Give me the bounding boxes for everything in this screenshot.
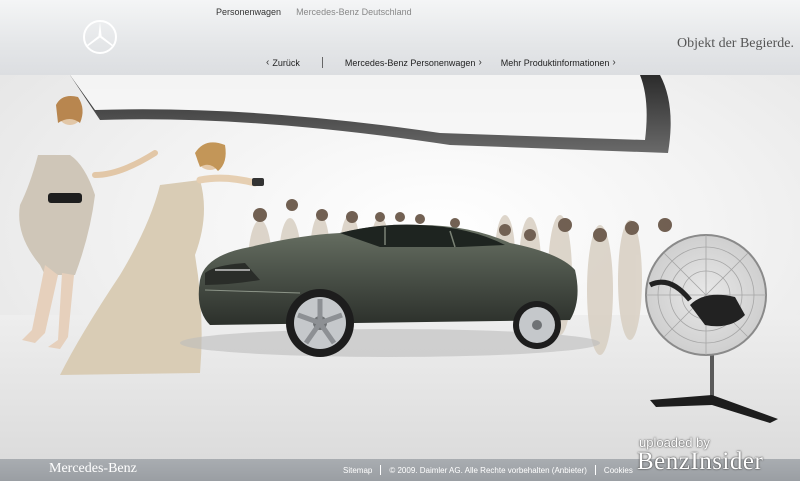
- footer-links: Sitemap © 2009. Daimler AG. Alle Rechte …: [343, 465, 633, 475]
- topnav-personenwagen[interactable]: Personenwagen: [216, 7, 281, 17]
- sub-navigation: ‹ Zurück Mercedes-Benz Personenwagen › M…: [263, 57, 619, 68]
- chevron-left-icon: ‹: [266, 57, 270, 68]
- back-link-label: Zurück: [272, 57, 300, 68]
- back-link[interactable]: ‹ Zurück: [263, 57, 300, 68]
- subnav-divider: [321, 57, 323, 68]
- watermark-line2: BenzInsider: [637, 448, 764, 475]
- footer-link-sitemap[interactable]: Sitemap: [343, 466, 372, 475]
- chevron-right-icon: ›: [478, 57, 482, 68]
- footer-divider: [594, 465, 596, 475]
- footer-brand[interactable]: Mercedes-Benz: [49, 461, 137, 477]
- chevron-right-icon: ›: [612, 57, 616, 68]
- footer-divider: [380, 465, 382, 475]
- topnav-mercedes-deutschland[interactable]: Mercedes-Benz Deutschland: [296, 7, 412, 17]
- produktinfo-link[interactable]: Mehr Produktinformationen ›: [501, 57, 619, 68]
- top-navigation: Personenwagen Mercedes-Benz Deutschland: [216, 7, 412, 17]
- footer-link-copyright[interactable]: © 2009. Daimler AG. Alle Rechte vorbehal…: [389, 466, 587, 475]
- personenwagen-link[interactable]: Mercedes-Benz Personenwagen ›: [345, 57, 485, 68]
- slogan: Objekt der Begierde.: [676, 36, 794, 51]
- mercedes-star-icon[interactable]: [82, 19, 118, 55]
- hero-image[interactable]: [0, 75, 800, 459]
- site-header: Personenwagen Mercedes-Benz Deutschland …: [0, 0, 800, 75]
- footer-link-cookies[interactable]: Cookies: [604, 466, 633, 475]
- personenwagen-link-label: Mercedes-Benz Personenwagen: [344, 57, 476, 68]
- produktinfo-link-label: Mehr Produktinformationen: [500, 57, 610, 68]
